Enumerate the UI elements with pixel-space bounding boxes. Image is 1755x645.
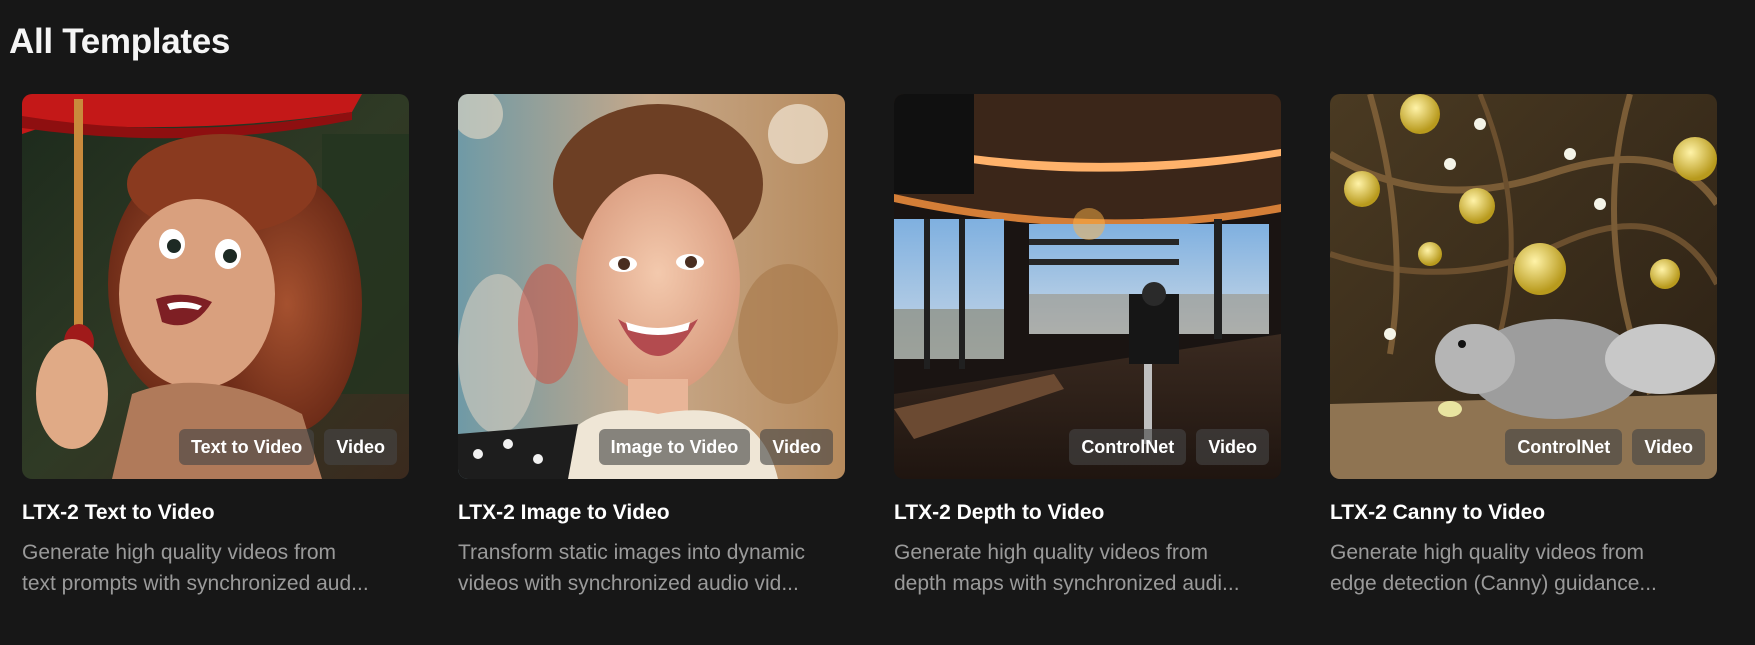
template-title: LTX-2 Image to Video bbox=[458, 501, 670, 524]
description-line-1: Generate high quality videos from bbox=[1330, 541, 1645, 564]
template-grid: Text to Video Video LTX-2 Text to Video … bbox=[22, 94, 1722, 599]
squirrel-ornaments-image bbox=[1330, 94, 1717, 479]
claymation-girl-image bbox=[22, 94, 409, 479]
template-thumbnail[interactable]: Image to Video Video bbox=[458, 94, 845, 479]
woman-portrait-image bbox=[458, 94, 845, 479]
description-line-2: edge detection (Canny) guidance... bbox=[1330, 572, 1657, 595]
template-title: LTX-2 Canny to Video bbox=[1330, 501, 1546, 524]
description-line-1: Transform static images into dynamic bbox=[458, 541, 806, 564]
tag-text-to-video: Text to Video bbox=[178, 429, 315, 465]
template-description: Generate high quality videos from text p… bbox=[22, 537, 409, 599]
template-title: LTX-2 Depth to Video bbox=[894, 501, 1105, 524]
page-title: All Templates bbox=[9, 22, 231, 61]
tag-image-to-video: Image to Video bbox=[598, 429, 751, 465]
tag-list: Text to Video Video bbox=[178, 429, 397, 465]
tag-video: Video bbox=[760, 429, 833, 465]
tag-list: Image to Video Video bbox=[598, 429, 833, 465]
tag-controlnet: ControlNet bbox=[1505, 429, 1623, 465]
template-description: Generate high quality videos from depth … bbox=[894, 537, 1281, 599]
template-thumbnail[interactable]: Text to Video Video bbox=[22, 94, 409, 479]
template-thumbnail[interactable]: ControlNet Video bbox=[894, 94, 1281, 479]
tag-list: ControlNet Video bbox=[1505, 429, 1705, 465]
template-description: Generate high quality videos from edge d… bbox=[1330, 537, 1717, 599]
template-card-canny-to-video[interactable]: ControlNet Video LTX-2 Canny to Video Ge… bbox=[1330, 94, 1717, 599]
loft-interior-image bbox=[894, 94, 1281, 479]
description-line-1: Generate high quality videos from bbox=[22, 541, 337, 564]
description-line-1: Generate high quality videos from bbox=[894, 541, 1209, 564]
tag-list: ControlNet Video bbox=[1069, 429, 1269, 465]
tag-video: Video bbox=[1632, 429, 1705, 465]
tag-video: Video bbox=[1196, 429, 1269, 465]
template-title: LTX-2 Text to Video bbox=[22, 501, 215, 524]
template-card-image-to-video[interactable]: Image to Video Video LTX-2 Image to Vide… bbox=[458, 94, 845, 599]
template-thumbnail[interactable]: ControlNet Video bbox=[1330, 94, 1717, 479]
templates-page: All Templates Text to Video Video LTX-2 … bbox=[0, 0, 1755, 645]
tag-video: Video bbox=[324, 429, 397, 465]
description-line-2: videos with synchronized audio vid... bbox=[458, 572, 799, 595]
template-card-text-to-video[interactable]: Text to Video Video LTX-2 Text to Video … bbox=[22, 94, 409, 599]
description-line-2: depth maps with synchronized audi... bbox=[894, 572, 1240, 595]
template-card-depth-to-video[interactable]: ControlNet Video LTX-2 Depth to Video Ge… bbox=[894, 94, 1281, 599]
description-line-2: text prompts with synchronized aud... bbox=[22, 572, 369, 595]
template-description: Transform static images into dynamic vid… bbox=[458, 537, 845, 599]
tag-controlnet: ControlNet bbox=[1069, 429, 1187, 465]
